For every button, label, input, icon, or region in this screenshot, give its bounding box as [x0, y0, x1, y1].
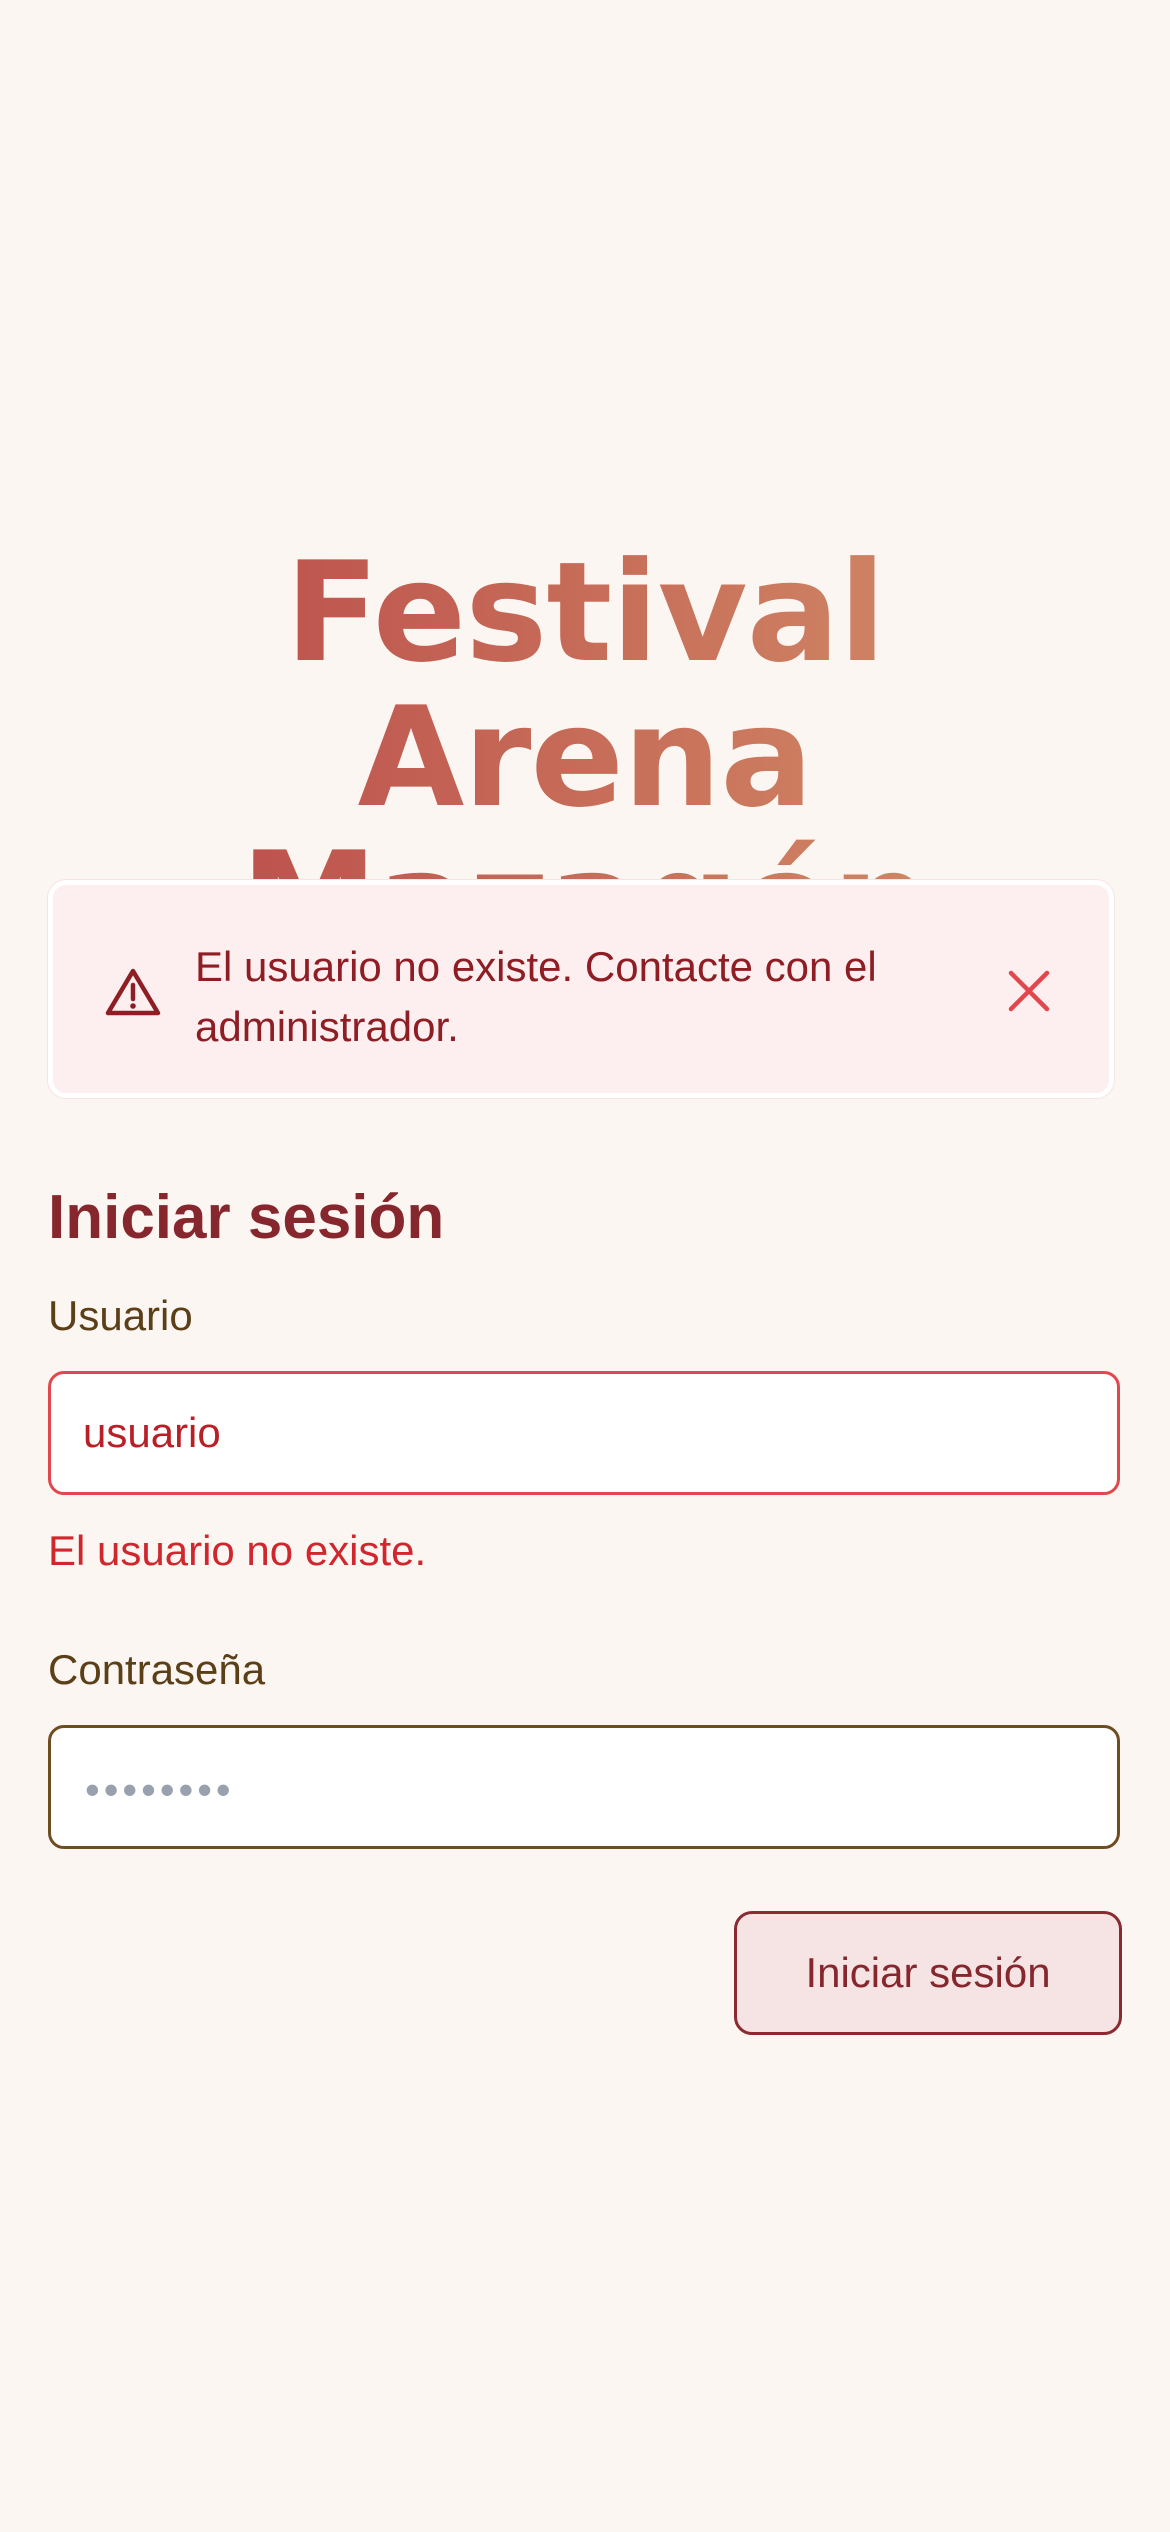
login-submit-button[interactable]: Iniciar sesión	[734, 1911, 1122, 2035]
username-label: Usuario	[48, 1292, 193, 1339]
password-label: Contraseña	[48, 1646, 266, 1693]
username-error-message: El usuario no existe.	[48, 1527, 427, 1574]
close-alert-button[interactable]	[1007, 969, 1051, 1013]
warning-triangle-icon	[105, 967, 161, 1017]
password-input[interactable]: ••••••••	[48, 1725, 1120, 1849]
app-title-line-1: Festival Arena	[284, 532, 886, 838]
form-heading: Iniciar sesión	[48, 1183, 445, 1252]
close-x-icon	[1008, 970, 1050, 1012]
alert-message: El usuario no existe. Contacte con el ad…	[195, 943, 877, 1050]
error-alert: El usuario no existe. Contacte con el ad…	[48, 880, 1114, 1098]
username-input[interactable]	[48, 1371, 1120, 1495]
password-masked-value: ••••••••	[85, 1766, 235, 1813]
